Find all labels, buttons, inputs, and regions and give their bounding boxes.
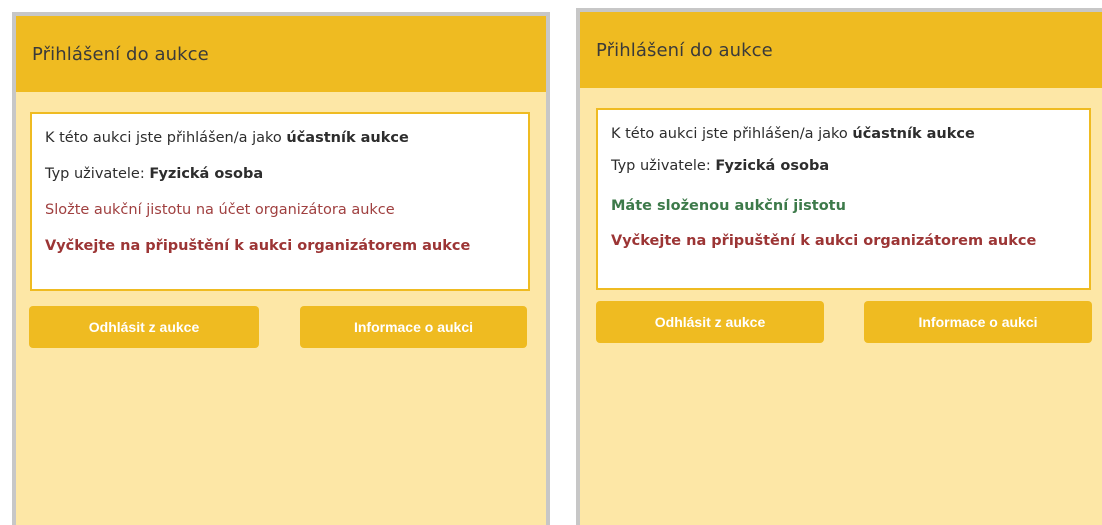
logout-auction-button[interactable]: Odhlásit z aukce <box>29 306 259 348</box>
role-value: účastník aukce <box>852 126 975 142</box>
panel-header: Přihlášení do aukce <box>16 16 546 92</box>
logout-auction-button[interactable]: Odhlásit z aukce <box>596 301 824 343</box>
auction-info-button[interactable]: Informace o aukci <box>300 306 527 348</box>
user-type-prefix: Typ uživatele: <box>45 166 150 182</box>
panel-title: Přihlášení do aukce <box>596 39 773 61</box>
deposit-status-line: Složte aukční jistotu na účet organizáto… <box>45 202 395 218</box>
approval-status-line: Vyčkejte na připuštění k aukci organizát… <box>45 238 471 254</box>
panel-title: Přihlášení do aukce <box>32 43 209 65</box>
approval-status-line: Vyčkejte na připuštění k aukci organizát… <box>611 233 1037 249</box>
user-type-value: Fyzická osoba <box>149 166 264 182</box>
role-prefix: K této aukci jste přihlášen/a jako <box>611 126 853 142</box>
user-type-line: Typ uživatele: Fyzická osoba <box>45 166 263 182</box>
auction-info-button[interactable]: Informace o aukci <box>864 301 1092 343</box>
role-prefix: K této aukci jste přihlášen/a jako <box>45 130 287 146</box>
status-box: K této aukci jste přihlášen/a jako účast… <box>30 112 530 291</box>
user-type-prefix: Typ uživatele: <box>611 158 716 174</box>
role-value: účastník aukce <box>286 130 409 146</box>
panel-header: Přihlášení do aukce <box>580 12 1102 88</box>
user-type-line: Typ uživatele: Fyzická osoba <box>611 158 829 174</box>
participant-role-line: K této aukci jste přihlášen/a jako účast… <box>611 126 975 142</box>
auction-login-panel-right: Přihlášení do aukce K této aukci jste př… <box>576 8 1102 525</box>
participant-role-line: K této aukci jste přihlášen/a jako účast… <box>45 130 409 146</box>
deposit-status-line: Máte složenou aukční jistotu <box>611 198 846 214</box>
status-box: K této aukci jste přihlášen/a jako účast… <box>596 108 1091 290</box>
auction-login-panel-left: Přihlášení do aukce K této aukci jste př… <box>12 12 550 525</box>
user-type-value: Fyzická osoba <box>715 158 830 174</box>
